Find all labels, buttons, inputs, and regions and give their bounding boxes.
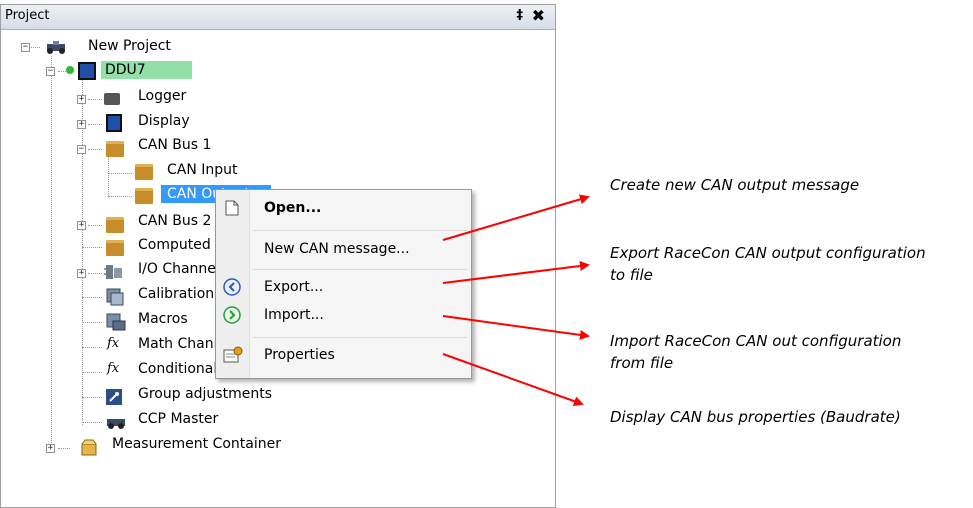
annotation-export-line1: Export RaceCon CAN output configuration: [610, 244, 926, 262]
annotation-export-line2: to file: [610, 266, 653, 284]
annotation-properties: Display CAN bus properties (Baudrate): [610, 408, 901, 426]
annotation-import-line1: Import RaceCon CAN out configuration: [610, 332, 902, 350]
annotation-create-message: Create new CAN output message: [610, 176, 860, 194]
annotation-import-line2: from file: [610, 354, 674, 372]
